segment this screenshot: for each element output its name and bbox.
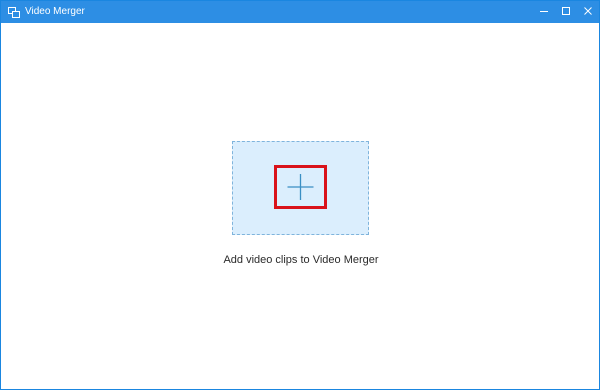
maximize-icon (561, 3, 571, 21)
minimize-icon (539, 3, 549, 21)
app-window: Video Merger Add video clips to Video Me… (0, 0, 600, 390)
close-icon (583, 3, 593, 21)
app-logo-icon (8, 6, 20, 18)
add-video-button[interactable] (274, 165, 327, 209)
maximize-button[interactable] (555, 1, 577, 23)
plus-icon (277, 168, 324, 206)
close-button[interactable] (577, 1, 599, 23)
window-title: Video Merger (25, 6, 85, 17)
minimize-button[interactable] (533, 1, 555, 23)
title-bar[interactable]: Video Merger (1, 1, 599, 23)
add-clips-hint: Add video clips to Video Merger (223, 254, 379, 266)
